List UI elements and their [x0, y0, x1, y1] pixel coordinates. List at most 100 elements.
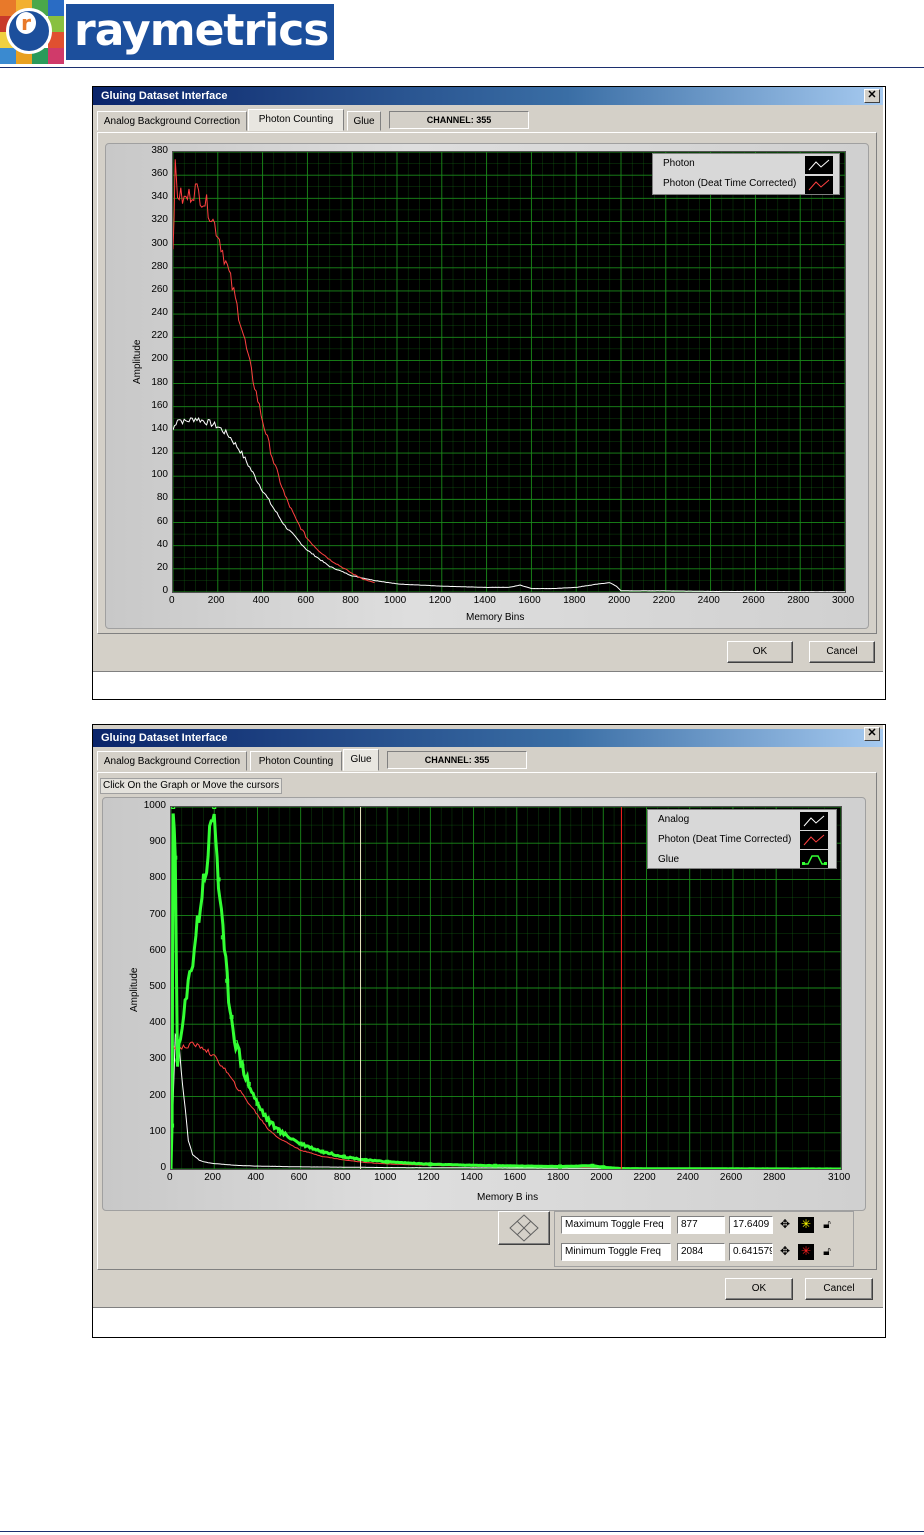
cancel-button[interactable]: Cancel: [809, 641, 875, 663]
lock-icon[interactable]: 🔓︎: [819, 1244, 835, 1260]
x-tick-label: 1400: [460, 1172, 483, 1183]
footer-rule: [0, 1531, 924, 1532]
x-tick-label: 2000: [608, 595, 631, 606]
x-tick-label: 2400: [697, 595, 720, 606]
y-tick-label: 320: [151, 214, 168, 226]
x-tick-label: 200: [204, 1172, 221, 1183]
legend-item-glue: Glue: [658, 854, 680, 865]
y-tick-label: 400: [149, 1017, 166, 1029]
chart-svg[interactable]: [172, 151, 846, 593]
screenshot-frame-1: Gluing Dataset Interface ✕ Analog Backgr…: [92, 86, 886, 700]
lock-icon[interactable]: 🔓︎: [819, 1217, 835, 1233]
channel-indicator: CHANNEL: 355: [389, 111, 529, 129]
y-tick-label: 900: [149, 836, 166, 848]
y-tick-label: 600: [149, 944, 166, 956]
y-tick-label: 240: [151, 307, 168, 319]
y-tick-label: 100: [149, 1125, 166, 1137]
logo-letter: r: [16, 12, 36, 34]
cursor-move-button[interactable]: [498, 1211, 550, 1245]
tab-strip: Analog Background Correction Photon Coun…: [93, 749, 883, 773]
tab-glue[interactable]: Glue: [347, 111, 381, 131]
x-tick-label: 0: [167, 1172, 173, 1183]
y-tick-label: 1000: [143, 800, 166, 811]
y-tick-label: 180: [151, 376, 168, 388]
cursor-x-min[interactable]: 2084: [677, 1243, 725, 1261]
y-tick-label: 80: [156, 492, 168, 504]
window-titlebar: Gluing Dataset Interface ✕: [93, 87, 883, 105]
x-axis-label: Memory B ins: [477, 1192, 539, 1203]
tab-analog-background-correction[interactable]: Analog Background Correction: [97, 751, 247, 771]
move-cursor-icon[interactable]: ✥: [777, 1217, 793, 1233]
x-tick-label: 1600: [518, 595, 541, 606]
y-tick-label: 40: [156, 538, 168, 550]
y-tick-label: 280: [151, 260, 168, 272]
legend-item-photon: Photon: [663, 158, 695, 169]
cursor-y-min[interactable]: 0.641579: [729, 1243, 773, 1261]
y-tick-label: 200: [151, 353, 168, 365]
graph-container: Amplitude Memory Bins Photon Photon (Dea…: [105, 143, 869, 629]
x-tick-label: 2600: [742, 595, 765, 606]
legend-item-analog: Analog: [658, 814, 690, 825]
chart-legend: Analog Photon (Deat Time Corrected) Glue: [647, 809, 837, 869]
x-tick-label: 200: [207, 595, 225, 606]
y-tick-label: 220: [151, 330, 168, 342]
cursor-style-max-icon[interactable]: ✳: [798, 1217, 814, 1233]
y-tick-label: 300: [149, 1053, 166, 1065]
x-tick-label: 2800: [763, 1172, 786, 1183]
logo-square: [48, 0, 64, 16]
y-tick-label: 20: [156, 561, 168, 573]
x-tick-label: 400: [252, 595, 270, 606]
y-tick-label: 360: [151, 168, 168, 180]
x-tick-label: 400: [247, 1172, 265, 1183]
x-tick-label: 2600: [719, 1172, 743, 1183]
y-tick-label: 140: [151, 422, 168, 434]
y-tick-label: 340: [151, 191, 168, 203]
tab-panel: Amplitude Memory Bins Photon Photon (Dea…: [97, 132, 877, 634]
divider: [93, 1307, 883, 1308]
y-tick-label: 120: [151, 446, 168, 458]
x-tick-label: 2200: [633, 1172, 656, 1183]
close-icon[interactable]: ✕: [864, 727, 880, 741]
cursor-name-min[interactable]: Minimum Toggle Freq: [561, 1243, 671, 1261]
tab-glue[interactable]: Glue: [343, 749, 379, 771]
y-tick-label: 60: [156, 515, 168, 527]
logo-square: [48, 48, 64, 64]
x-tick-label: 1200: [428, 595, 452, 606]
x-tick-label: 1000: [374, 1172, 397, 1183]
plot-area[interactable]: [172, 151, 846, 593]
channel-indicator: CHANNEL: 355: [387, 751, 527, 769]
cursor-style-min-icon[interactable]: ✳: [798, 1244, 814, 1260]
ok-button[interactable]: OK: [725, 1278, 793, 1300]
cursor-y-max[interactable]: 17.6409: [729, 1216, 773, 1234]
x-tick-label: 0: [169, 595, 175, 606]
graph-container: Amplitude Memory B ins Analog Photon (De…: [102, 797, 866, 1211]
x-tick-label: 1800: [547, 1172, 570, 1183]
cursor-name-max[interactable]: Maximum Toggle Freq: [561, 1216, 671, 1234]
cursor-x-max[interactable]: 877: [677, 1216, 725, 1234]
x-tick-label: 2400: [676, 1172, 699, 1183]
y-tick-label: 800: [149, 872, 166, 884]
legend-swatch-corrected: [800, 831, 828, 849]
window-photon-counting: Gluing Dataset Interface ✕ Analog Backgr…: [93, 87, 883, 671]
move-cursor-icon[interactable]: ✥: [777, 1244, 793, 1260]
tab-photon-counting[interactable]: Photon Counting: [250, 751, 342, 771]
tab-photon-counting[interactable]: Photon Counting: [248, 109, 344, 131]
logo-text: raymetrics: [66, 4, 334, 60]
x-tick-label: 1200: [417, 1172, 440, 1183]
ok-button[interactable]: OK: [727, 641, 793, 663]
x-tick-label: 2200: [652, 595, 676, 606]
x-tick-label: 1400: [473, 595, 496, 606]
y-tick-label: 300: [151, 237, 168, 249]
legend-swatch-corrected: [805, 176, 833, 194]
close-icon[interactable]: ✕: [864, 89, 880, 103]
instruction-label: Click On the Graph or Move the cursors: [100, 778, 283, 794]
divider: [93, 671, 883, 672]
screenshot-frame-2: Gluing Dataset Interface ✕ Analog Backgr…: [92, 724, 886, 1338]
x-tick-label: 1000: [384, 595, 407, 606]
x-tick-label: 800: [342, 595, 359, 606]
window-title: Gluing Dataset Interface: [101, 90, 228, 102]
cancel-button[interactable]: Cancel: [805, 1278, 873, 1300]
tab-analog-background-correction[interactable]: Analog Background Correction: [97, 111, 247, 131]
x-tick-label: 2800: [787, 595, 810, 606]
legend-swatch-analog: [800, 812, 828, 830]
